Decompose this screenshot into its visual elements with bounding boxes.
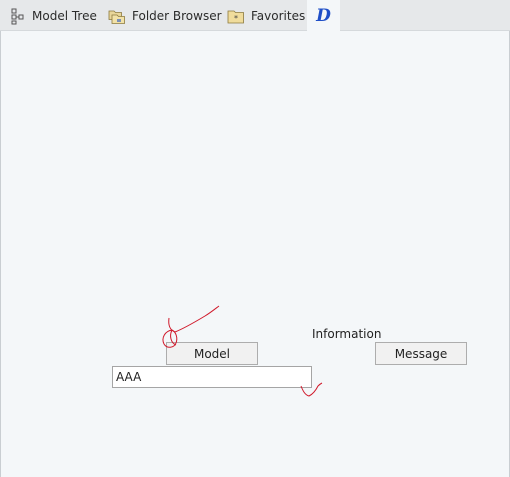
svg-text:*: * xyxy=(234,14,238,23)
tab-folder-browser-label: Folder Browser xyxy=(132,8,222,23)
information-label: Information xyxy=(312,327,382,341)
model-button[interactable]: Model xyxy=(166,342,258,365)
main-panel xyxy=(0,31,510,477)
d-logo-icon: D xyxy=(316,6,331,26)
tab-favorites[interactable]: * Favorites xyxy=(227,0,306,31)
tab-folder-browser[interactable]: Folder Browser xyxy=(108,0,222,31)
tab-model-tree[interactable]: Model Tree xyxy=(8,0,100,31)
tab-model-tree-label: Model Tree xyxy=(32,8,97,23)
favorites-folder-icon: * xyxy=(227,7,245,25)
navigator-tab-bar: Model Tree Folder Browser * Favorites D xyxy=(0,0,510,32)
message-button[interactable]: Message xyxy=(375,342,467,365)
value-text-field[interactable] xyxy=(112,366,312,388)
tab-favorites-label: Favorites xyxy=(251,8,306,23)
model-tree-icon xyxy=(8,7,26,25)
folder-browser-icon xyxy=(108,7,126,25)
tab-d-app[interactable]: D xyxy=(307,0,340,32)
